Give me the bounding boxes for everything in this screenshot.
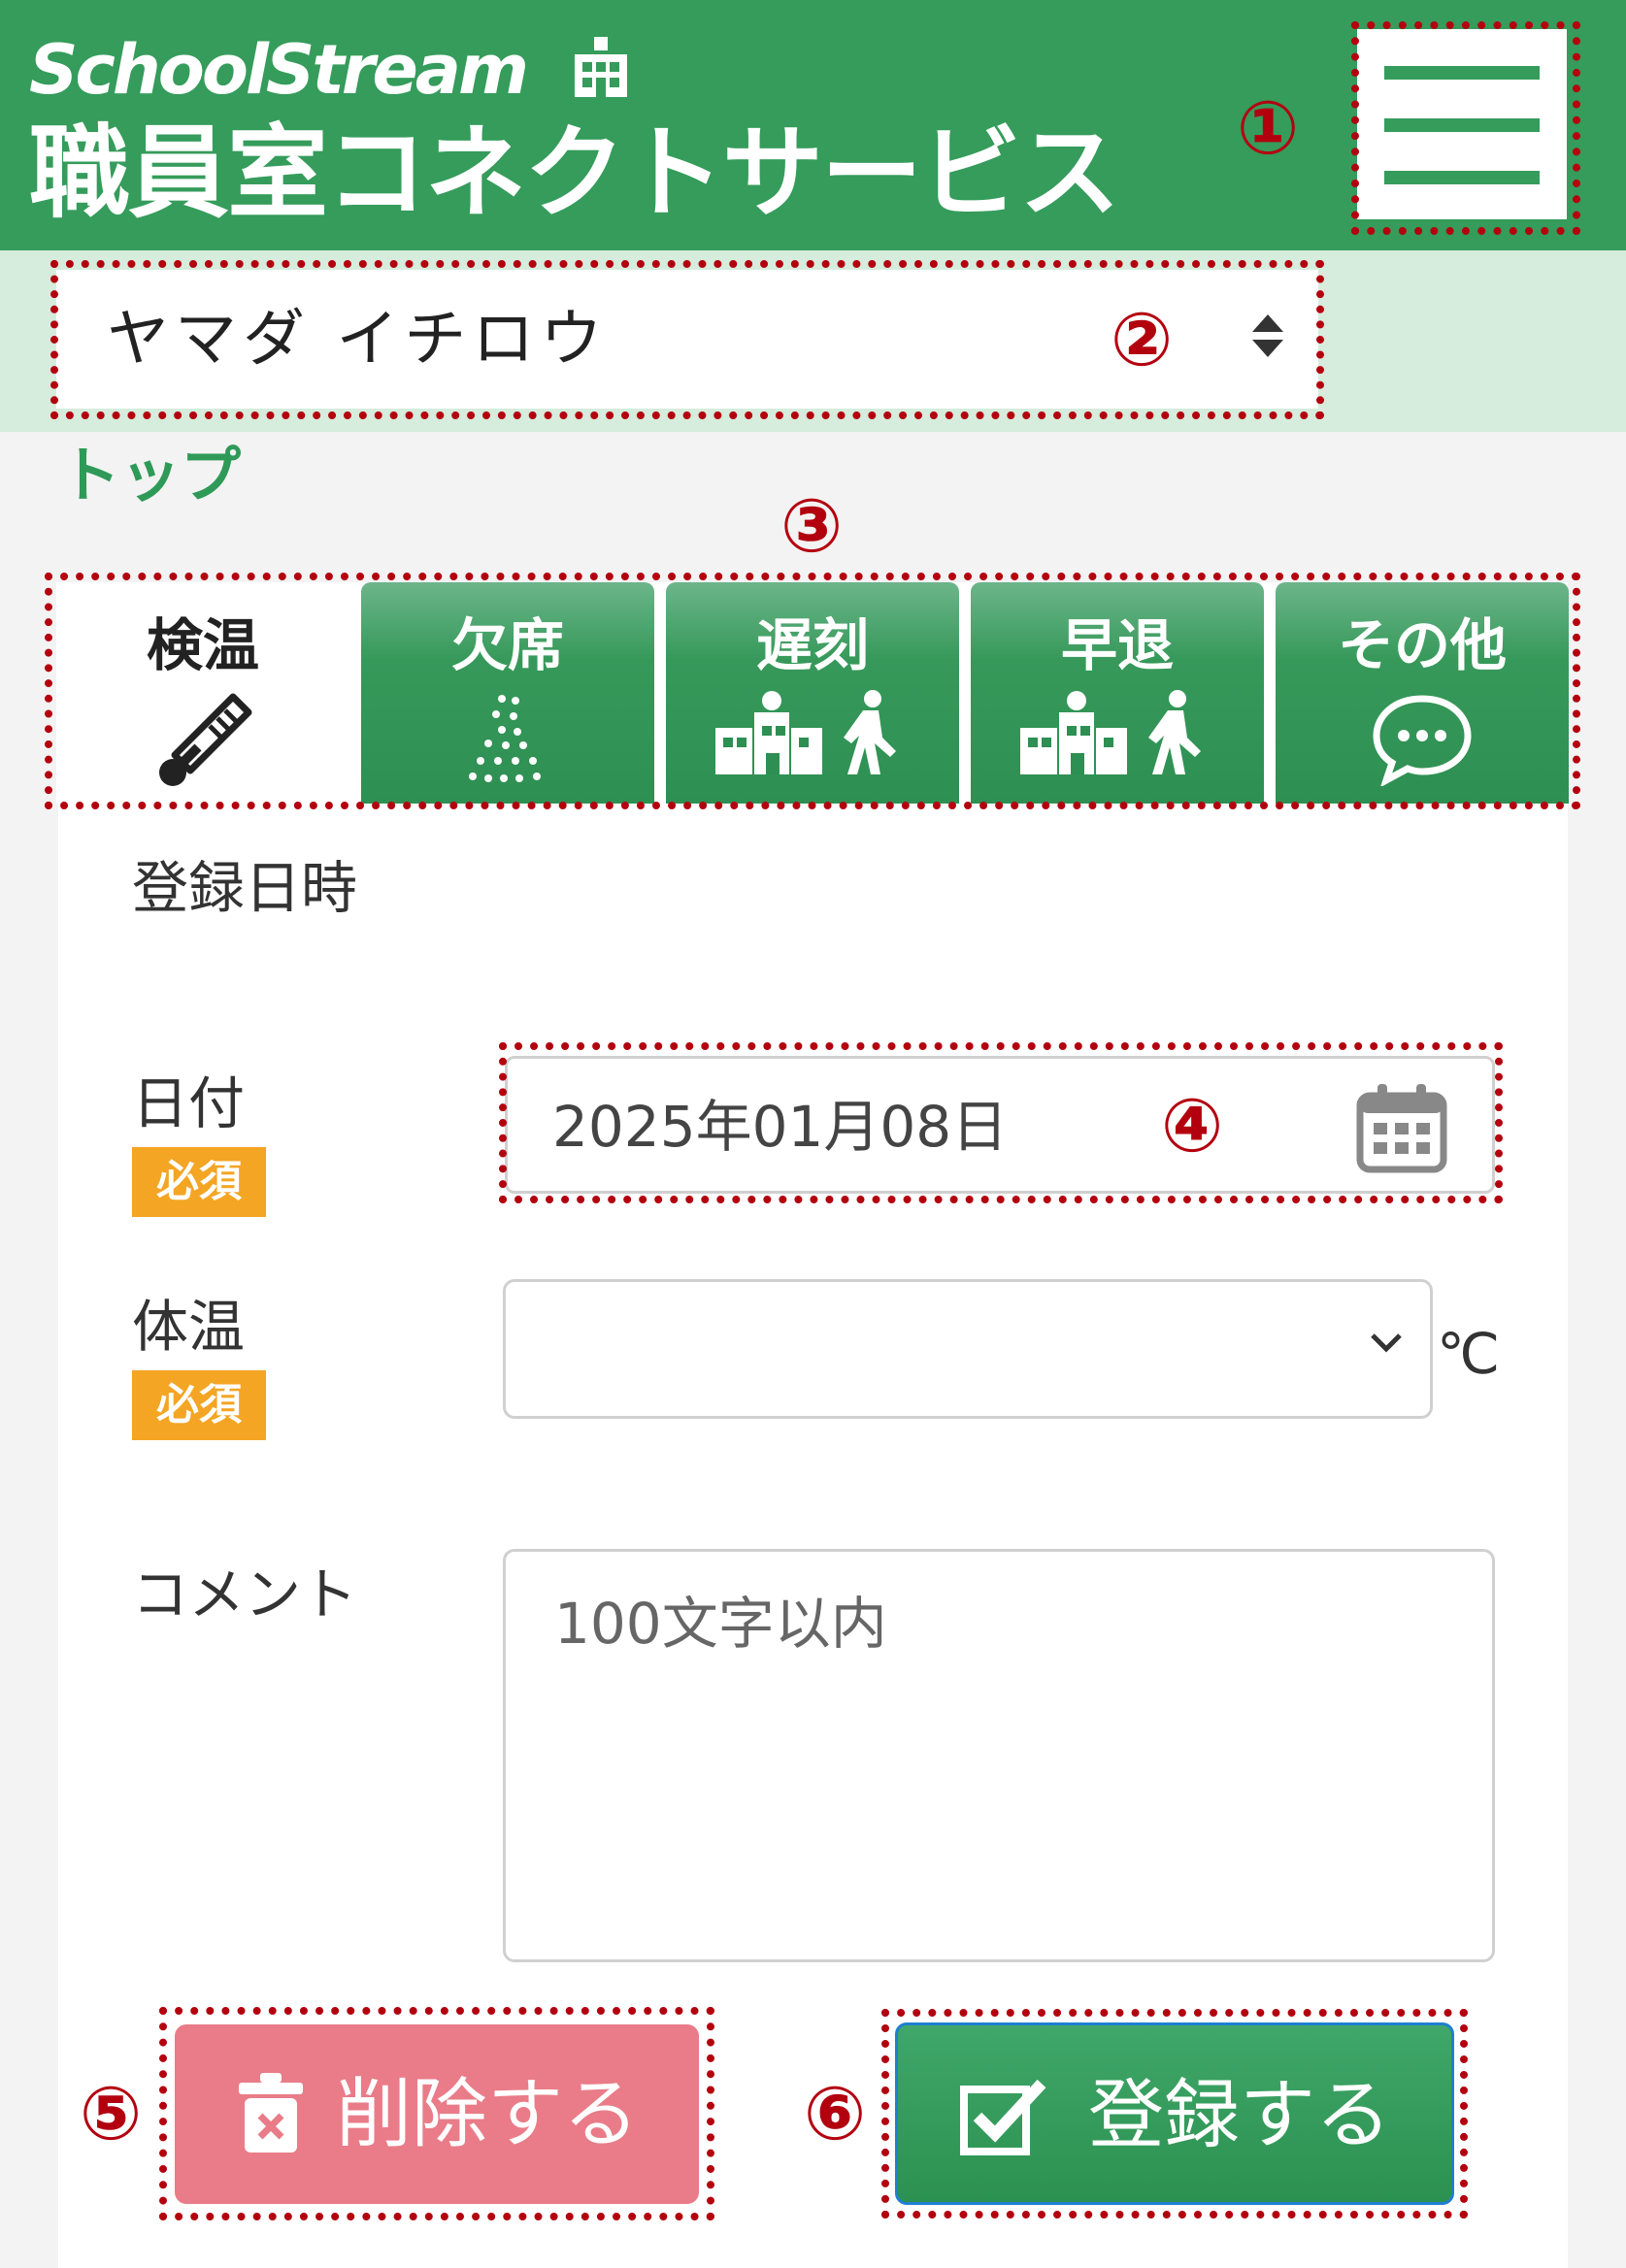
comment-label: コメント <box>132 1561 358 1627</box>
callout-box-date <box>499 1042 1503 1203</box>
callout-box-delete <box>159 2007 714 2220</box>
callout-box-menu <box>1351 21 1580 235</box>
required-badge: 必須 <box>132 1370 266 1440</box>
callout-box-tabs <box>45 573 1580 809</box>
chevron-down-icon <box>1371 1333 1402 1353</box>
callout-number-3: ③ <box>780 482 844 569</box>
callout-number-5: ⑤ <box>79 2070 143 2156</box>
temperature-label: 体温 <box>132 1294 246 1360</box>
required-badge: 必須 <box>132 1147 266 1217</box>
callout-number-6: ⑥ <box>803 2070 867 2156</box>
service-name: 職員室コネクトサービス <box>29 114 1120 232</box>
comment-placeholder: 100文字以内 <box>554 1591 887 1657</box>
callout-box-register <box>881 2009 1468 2219</box>
brand-logo-text: SchoolStream <box>29 30 529 110</box>
callout-number-2: ② <box>1110 296 1174 382</box>
section-title: 登録日時 <box>132 855 358 921</box>
temperature-select[interactable] <box>503 1279 1433 1419</box>
date-label: 日付 <box>132 1070 246 1136</box>
temperature-unit: ℃ <box>1437 1321 1501 1387</box>
comment-textarea[interactable]: 100文字以内 <box>503 1549 1495 1962</box>
callout-number-4: ④ <box>1160 1082 1224 1168</box>
callout-number-1: ① <box>1236 84 1300 171</box>
breadcrumb[interactable]: トップ <box>60 439 241 512</box>
school-logo-icon <box>575 37 627 97</box>
